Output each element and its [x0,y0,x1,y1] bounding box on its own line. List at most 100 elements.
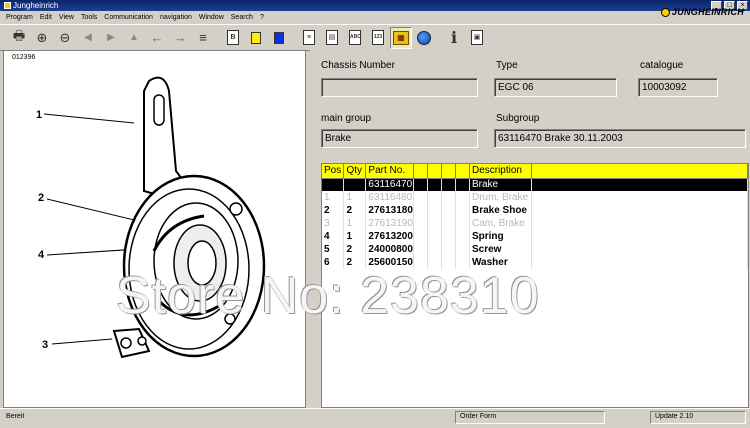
cell-pos: 4 [322,230,345,243]
cell-blank [413,256,429,269]
table-row[interactable]: 5 2 24000800 Screw [322,243,748,256]
catalogue-field[interactable]: 10003092 [638,78,718,97]
cell-qty: 2 [343,204,367,217]
parts-table-body: 63116470 Brake 1 1 63116480 Drum, Brake 2 2 2761… [322,178,748,269]
cell-blank [413,243,429,256]
up-button[interactable]: ▲ [123,27,145,49]
document-123-icon: 123 [372,30,384,45]
zoom-out-button[interactable]: ⊖ [54,27,76,49]
column-qty[interactable]: Qty [343,164,367,179]
menu-help[interactable]: ? [260,14,264,21]
cell-qty: 2 [343,256,367,269]
menu-program[interactable]: Program [6,14,33,21]
clipboard-button[interactable]: ▣ [466,27,488,49]
subgroup-field[interactable]: 63116470 Brake 30.11.2003 [494,129,746,148]
document-list-button[interactable]: ≡ [298,27,320,49]
cell-pos: 5 [322,243,345,256]
yellow-marker-button[interactable] [245,27,267,49]
forward-button[interactable]: ▶ [100,27,122,49]
parts-table: Pos Qty Part No. Description 63116470 Bra… [321,163,749,408]
table-row[interactable]: 6 2 25600150 Washer [322,256,748,269]
zoom-in-icon: ⊕ [36,29,48,45]
cell-description: Cam, Brake [469,217,532,230]
cell-qty: 1 [343,191,367,204]
cell-blank [455,230,470,243]
menu-view[interactable]: View [59,14,74,21]
table-row[interactable]: 4 1 27613200 Spring [322,230,748,243]
cell-blank [455,217,470,230]
callout-4: 4 [38,249,45,261]
menu-navigation[interactable]: navigation [160,14,192,21]
cell-filler [531,178,748,191]
subgroup-label: Subgroup [496,113,540,124]
callout-2: 2 [38,192,44,204]
menu-edit[interactable]: Edit [40,14,52,21]
back-button[interactable]: ◀ [77,27,99,49]
info-button[interactable]: i [443,27,465,49]
cell-part-no: 63116480 [365,191,415,204]
zoom-in-button[interactable]: ⊕ [31,27,53,49]
table-row[interactable]: 63116470 Brake [322,178,748,191]
chassis-number-label: Chassis Number [321,60,395,71]
next-button[interactable]: → [169,27,191,49]
globe-icon [417,30,431,45]
cell-qty: 2 [343,243,367,256]
cell-blank [441,191,457,204]
cell-qty: 1 [343,217,367,230]
blue-marker-button[interactable] [268,27,290,49]
table-row[interactable]: 1 1 63116480 Drum, Brake [322,191,748,204]
document-b-icon: B [227,30,239,45]
cell-filler [531,256,748,269]
type-field[interactable]: EGC 06 [494,78,617,97]
print-button[interactable]: 🖶 [8,27,30,49]
cell-filler [531,204,748,217]
toolbar: 🖶 ⊕ ⊖ ◀ ▶ ▲ ← → ≡ B ≡ ▤ ABC 123 ▦ i ▣ [0,24,750,51]
column-part-no[interactable]: Part No. [365,164,415,179]
cell-blank [427,217,443,230]
brand-logo: JUNGHEINRICH [660,0,744,24]
cell-pos: 1 [322,191,345,204]
cell-filler [531,217,748,230]
table-row[interactable]: 2 2 27613180 Brake Shoe [322,204,748,217]
yellow-marker-icon [251,31,261,44]
cell-description: Spring [469,230,532,243]
column-description[interactable]: Description [469,164,532,179]
chassis-number-field[interactable] [321,78,478,97]
menu-tools[interactable]: Tools [81,14,97,21]
toolbar-separator [291,27,297,49]
cell-description: Brake [469,178,532,191]
arrow-left-icon: ← [150,30,164,45]
toolbar-separator [215,27,221,49]
cell-blank [413,230,429,243]
internet-button[interactable] [413,27,435,49]
cell-part-no: 24000800 [365,243,415,256]
document-b-button[interactable]: B [222,27,244,49]
document-form-button[interactable]: ▤ [321,27,343,49]
column-pos[interactable]: Pos [322,164,345,179]
cell-filler [531,243,748,256]
menu-search[interactable]: Search [231,14,253,21]
list-view-button[interactable]: ≡ [192,27,214,49]
menu-window[interactable]: Window [199,14,224,21]
cell-blank [441,217,457,230]
cell-description: Washer [469,256,532,269]
status-bar: Bereit Order Form Update 2.10 [0,408,750,428]
zoom-out-icon: ⊖ [59,29,71,45]
prev-button[interactable]: ← [146,27,168,49]
main-group-field[interactable]: Brake [321,129,478,148]
cell-part-no: 63116470 [365,178,415,191]
cell-blank [455,204,470,217]
column-filler [531,164,748,179]
menu-communication[interactable]: Communication [104,14,153,21]
status-ready: Bereit [6,413,25,420]
document-123-button[interactable]: 123 [367,27,389,49]
cell-blank [455,256,470,269]
document-abc-button[interactable]: ABC [344,27,366,49]
brake-exploded-drawing[interactable]: 1 2 4 3 [4,51,305,407]
cell-part-no: 27613190 [365,217,415,230]
catalog-button[interactable]: ▦ [390,26,412,49]
table-row[interactable]: 3 1 27613190 Cam, Brake [322,217,748,230]
type-label: Type [496,60,518,71]
info-icon: i [450,28,458,47]
cell-blank [427,204,443,217]
